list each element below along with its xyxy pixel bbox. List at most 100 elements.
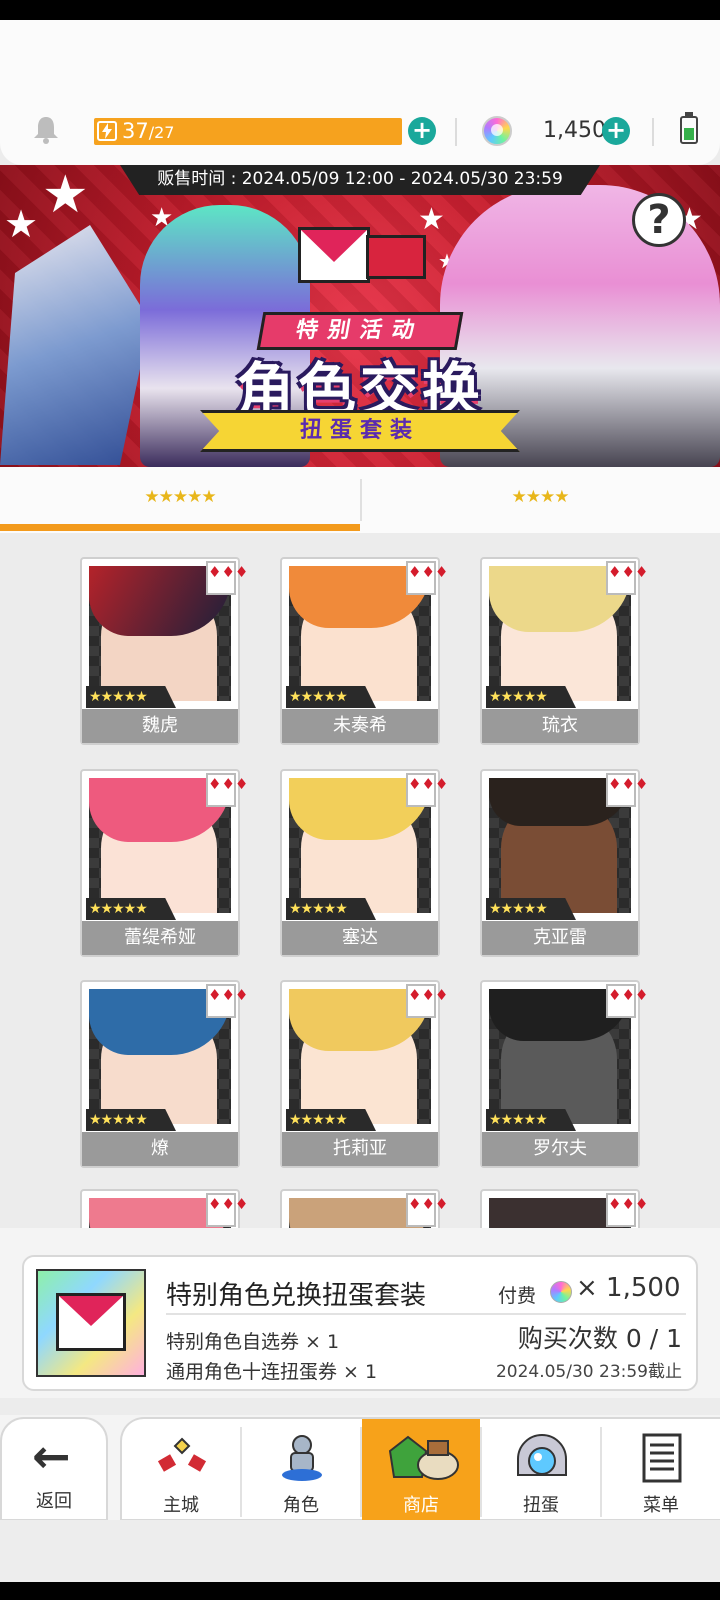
bell-icon[interactable] [32, 114, 60, 144]
tab-five-star-label: ★★★★★ [144, 487, 216, 507]
character-card[interactable]: ♦♦♦ ★★★★★ 未奏希 [280, 557, 448, 745]
character-icon [282, 1435, 322, 1481]
purchase-count: 购买次数 0 / 1 [517, 1324, 682, 1353]
character-name: 魏虎 [82, 709, 238, 743]
character-name: 未奏希 [282, 709, 438, 743]
tab-four-star-label: ★★★★ [511, 487, 570, 507]
diamond-suit-icon: ♦♦♦ [406, 561, 448, 595]
star-icon: ★ [418, 202, 445, 237]
diamond-suit-icon: ♦♦♦ [206, 773, 248, 807]
star-icon: ★ [42, 165, 89, 225]
diamond-suit-icon: ♦♦♦ [606, 1193, 648, 1227]
diamond-suit-icon: ♦♦♦ [206, 1193, 248, 1227]
price-value: × 1,500 [576, 1273, 681, 1303]
rarity-stars: ★★★★★ [286, 898, 376, 920]
deadline: 2024.05/30 23:59截止 [495, 1362, 682, 1382]
character-name: 蕾缇希娅 [82, 921, 238, 955]
product-title: 特别角色兑换扭蛋套装 [166, 1281, 427, 1311]
diamond-suit-icon: ♦♦♦ [606, 773, 648, 807]
rarity-stars: ★★★★★ [286, 1109, 376, 1131]
rarity-stars: ★★★★★ [486, 686, 576, 708]
character-card[interactable]: ♦♦♦ [80, 1189, 248, 1233]
battery-icon [680, 112, 698, 144]
event-banner[interactable]: ★ ★ ★ ★ ★ ★ 贩售时间 : 2024.05/09 12:00 - 20… [0, 165, 720, 467]
character-name: 克亚雷 [482, 921, 638, 955]
add-energy-button[interactable]: + [408, 117, 436, 145]
rarity-stars: ★★★★★ [486, 898, 576, 920]
help-button[interactable]: ? [632, 193, 686, 247]
character-grid: ♦♦♦ ★★★★★ 魏虎 ♦♦♦ ★★★★★ 未奏希 ♦♦♦ ★★★★★ 琉衣 [0, 533, 720, 1233]
rarity-stars: ★★★★★ [86, 1109, 176, 1131]
content-item: 通用角色十连扭蛋券 × 1 [166, 1361, 378, 1383]
back-button[interactable]: ← 返回 [0, 1417, 108, 1521]
active-tab-indicator [0, 524, 360, 531]
nav-label: 菜单 [643, 1495, 679, 1516]
back-label: 返回 [36, 1491, 72, 1512]
character-card[interactable]: ♦♦♦ [280, 1189, 448, 1233]
purchase-panel[interactable]: 特别角色兑换扭蛋套装 付费 × 1,500 特别角色自选券 × 1 通用角色十连… [22, 1255, 698, 1391]
character-card[interactable]: ♦♦♦ ★★★★★ 琉衣 [480, 557, 648, 745]
character-name: 琉衣 [482, 709, 638, 743]
diamond-suit-icon: ♦♦♦ [406, 984, 448, 1018]
game-screen: 37/27 + 1,450 + ★ ★ ★ ★ ★ ★ 贩售时间 : 2024.… [0, 0, 720, 1600]
navigation-bar [0, 1582, 720, 1600]
nav-label: 主城 [163, 1495, 199, 1516]
content-item: 特别角色自选券 × 1 [166, 1331, 340, 1353]
back-arrow-icon: ← [32, 1429, 71, 1483]
character-name: 塞达 [282, 921, 438, 955]
nav-item-gacha[interactable]: 扭蛋 [482, 1419, 600, 1523]
bottom-nav: ← 返回 主城 角色 商店 扭蛋 菜单 [0, 1415, 720, 1523]
add-gems-button[interactable]: + [602, 117, 630, 145]
diamond-suit-icon: ♦♦♦ [606, 561, 648, 595]
rarity-tabs: ★★★★★ ★★★★ [0, 467, 720, 533]
character-card[interactable]: ♦♦♦ ★★★★★ 魏虎 [80, 557, 248, 745]
character-card[interactable]: ♦♦♦ ★★★★★ 塞达 [280, 769, 448, 957]
shop-icon [388, 1435, 459, 1480]
gacha-set-icon [36, 1269, 146, 1377]
diamond-suit-icon: ♦♦♦ [606, 984, 648, 1018]
rarity-stars: ★★★★★ [86, 898, 176, 920]
diamond-suit-icon: ♦♦♦ [206, 561, 248, 595]
tab-four-star[interactable]: ★★★★ [360, 467, 720, 533]
divider [455, 118, 457, 146]
character-name: 托莉亚 [282, 1132, 438, 1166]
tab-five-star[interactable]: ★★★★★ [0, 467, 360, 533]
nav-label: 扭蛋 [523, 1495, 559, 1516]
character-card[interactable]: ♦♦♦ ★★★★★ 罗尔夫 [480, 980, 648, 1168]
price-label: 付费 [498, 1285, 537, 1307]
character-card[interactable]: ♦♦♦ [480, 1189, 648, 1233]
energy-bar: 37/27 [94, 118, 402, 145]
nav-item-characters[interactable]: 角色 [242, 1419, 360, 1523]
diamond-suit-icon: ♦♦♦ [406, 1193, 448, 1227]
nav-item-shop[interactable]: 商店 [362, 1419, 480, 1523]
nav-tabs: 主城 角色 商店 扭蛋 菜单 [120, 1417, 720, 1523]
character-card[interactable]: ♦♦♦ ★★★★★ 燎 [80, 980, 248, 1168]
character-card[interactable]: ♦♦♦ ★★★★★ 克亚雷 [480, 769, 648, 957]
nav-label: 商店 [403, 1495, 439, 1516]
diamond-suit-icon: ♦♦♦ [206, 984, 248, 1018]
rarity-stars: ★★★★★ [286, 686, 376, 708]
event-subtitle: 扭蛋套装 [200, 410, 520, 452]
diamond-suit-icon: ♦♦♦ [406, 773, 448, 807]
gem-orb-icon [550, 1281, 572, 1303]
rarity-stars: ★★★★★ [486, 1109, 576, 1131]
menu-list-icon [642, 1433, 682, 1483]
ticket-icon [366, 235, 426, 279]
nav-item-home[interactable]: 主城 [122, 1419, 240, 1523]
castle-icon [157, 1437, 207, 1472]
gem-count: 1,450 [543, 118, 606, 143]
lightning-icon [97, 121, 117, 141]
character-card[interactable]: ♦♦♦ ★★★★★ 蕾缇希娅 [80, 769, 248, 957]
divider [652, 118, 654, 146]
character-name: 罗尔夫 [482, 1132, 638, 1166]
envelope-icon [298, 227, 370, 283]
status-bar [0, 0, 720, 20]
gacha-icon [517, 1434, 567, 1476]
character-card[interactable]: ♦♦♦ ★★★★★ 托莉亚 [280, 980, 448, 1168]
rarity-stars: ★★★★★ [86, 686, 176, 708]
gem-orb-icon [482, 116, 512, 146]
energy-value: 37/27 [122, 119, 175, 143]
star-icon: ★ [4, 202, 39, 246]
sale-period: 贩售时间 : 2024.05/09 12:00 - 2024.05/30 23:… [120, 165, 600, 195]
nav-item-menu[interactable]: 菜单 [602, 1419, 720, 1523]
